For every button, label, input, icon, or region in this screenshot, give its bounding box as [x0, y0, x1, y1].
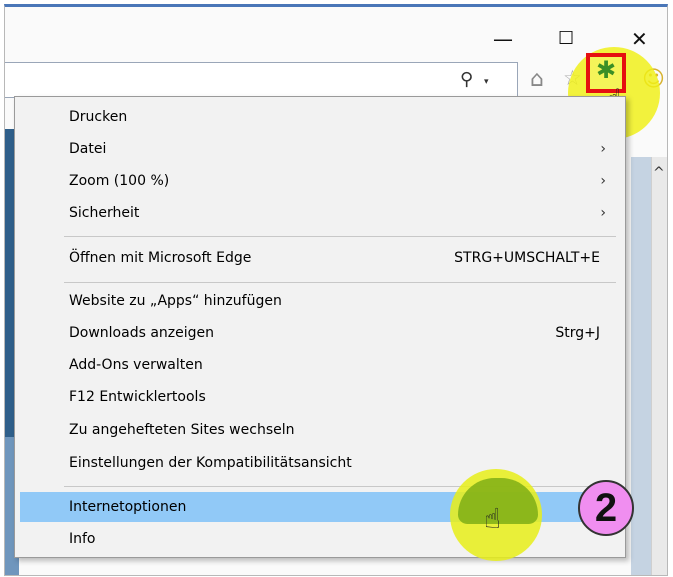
menu-shortcut: STRG+UMSCHALT+E: [454, 250, 600, 266]
menu-item-label: Drucken: [69, 109, 128, 125]
chevron-right-icon: ›: [600, 173, 606, 189]
chevron-right-icon: ›: [600, 141, 606, 157]
menu-item-label: Sicherheit: [69, 205, 140, 221]
menu-item-pinned-sites[interactable]: Zu angehefteten Sites wechseln: [20, 415, 620, 445]
chevron-right-icon: ›: [600, 205, 606, 221]
gear-icon[interactable]: ✱: [596, 58, 616, 82]
close-button[interactable]: ✕: [631, 29, 648, 49]
menu-item-devtools[interactable]: F12 Entwicklertools: [20, 382, 620, 412]
menu-separator: [64, 236, 616, 237]
menu-item-label: Downloads anzeigen: [69, 325, 215, 341]
menu-shortcut: Strg+J: [555, 325, 600, 341]
menu-item-addons[interactable]: Add-Ons verwalten: [20, 350, 620, 380]
menu-item-zoom[interactable]: Zoom (100 %) ›: [20, 166, 620, 196]
menu-item-open-edge[interactable]: Öffnen mit Microsoft Edge STRG+UMSCHALT+…: [20, 243, 620, 273]
menu-item-sicherheit[interactable]: Sicherheit ›: [20, 198, 620, 228]
menu-item-label: Zoom (100 %): [69, 173, 170, 189]
scroll-up-icon[interactable]: ^: [653, 165, 665, 181]
menu-separator: [64, 486, 616, 487]
menu-item-label: Website zu „Apps“ hinzufügen: [69, 293, 282, 309]
minimize-button[interactable]: —: [493, 29, 513, 49]
menu-item-label: F12 Entwicklertools: [69, 389, 206, 405]
hand-cursor-icon: ☝: [484, 502, 502, 535]
menu-item-label: Internetoptionen: [69, 499, 187, 515]
menu-item-compat-view[interactable]: Einstellungen der Kompatibilitätsansicht: [20, 448, 620, 478]
menu-item-label: Datei: [69, 141, 107, 157]
step-badge-2: 2: [578, 480, 634, 536]
chevron-down-icon[interactable]: ▾: [484, 77, 489, 87]
menu-item-label: Info: [69, 531, 96, 547]
maximize-button[interactable]: ☐: [558, 29, 574, 49]
menu-separator: [64, 282, 616, 283]
menu-item-downloads[interactable]: Downloads anzeigen Strg+J: [20, 318, 620, 348]
menu-item-label: Zu angehefteten Sites wechseln: [69, 422, 295, 438]
page-content-right: [631, 157, 651, 575]
menu-item-label: Einstellungen der Kompatibilitätsansicht: [69, 455, 352, 471]
menu-item-datei[interactable]: Datei ›: [20, 134, 620, 164]
scrollbar[interactable]: [651, 157, 667, 575]
menu-item-drucken[interactable]: Drucken: [20, 102, 620, 132]
address-bar[interactable]: [5, 62, 518, 98]
menu-item-add-apps[interactable]: Website zu „Apps“ hinzufügen: [20, 286, 620, 316]
menu-item-label: Add-Ons verwalten: [69, 357, 203, 373]
menu-item-label: Öffnen mit Microsoft Edge: [69, 250, 252, 266]
search-icon[interactable]: ⚲: [460, 69, 473, 90]
home-icon[interactable]: ⌂: [530, 67, 544, 92]
